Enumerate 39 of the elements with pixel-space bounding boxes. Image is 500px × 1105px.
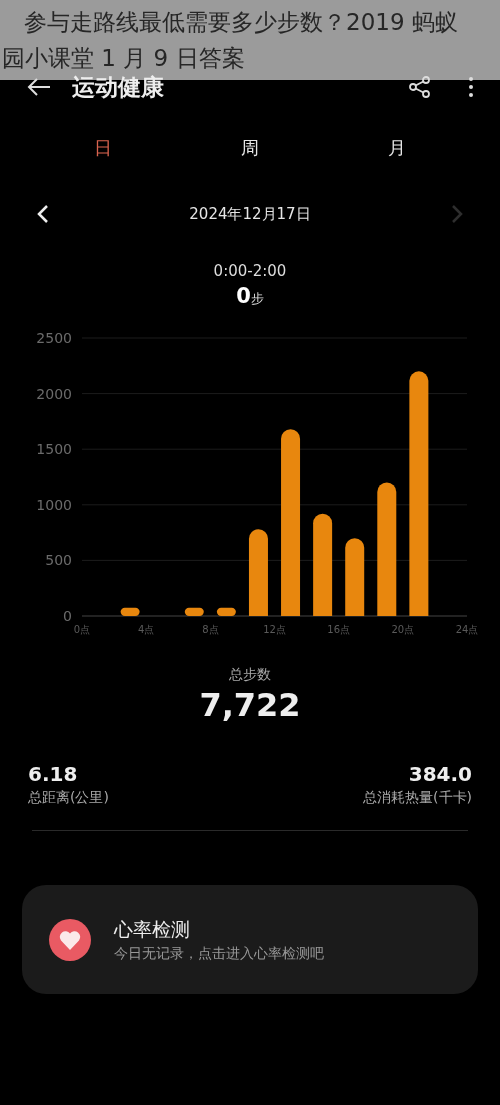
period-tab[interactable]: 日 (82, 134, 125, 161)
card-title: 心率检测 (114, 917, 191, 942)
share-icon[interactable] (408, 75, 432, 99)
bar (184, 607, 204, 616)
date-label: 2024年12月17日 (189, 204, 311, 225)
caption-text: 参与走路线最低需要多少步数？2019 蚂蚁 (23, 8, 459, 37)
stat-label: 总距离(公里) (28, 788, 109, 807)
x-axis-label: 20点 (391, 624, 415, 635)
caption-text: 园小课堂 1 月 9 日答案 (1, 44, 246, 73)
total-steps-value: 7,722 (199, 685, 301, 725)
period-tab[interactable]: 周 (229, 134, 271, 161)
period-tab[interactable]: 月 (375, 134, 418, 161)
selected-steps: 0 (236, 282, 251, 310)
x-axis-label: 16点 (327, 624, 351, 635)
stat-value: 6.18 (28, 761, 78, 787)
total-steps-label: 总步数 (229, 665, 271, 684)
x-axis-label: 24点 (455, 624, 479, 635)
y-axis-label: 1000 (36, 496, 72, 513)
y-axis-label: 2500 (36, 330, 72, 346)
y-axis-label: 500 (45, 552, 72, 569)
more-icon[interactable] (468, 76, 474, 98)
card-subtitle: 今日无记录，点击进入心率检测吧 (114, 944, 324, 963)
x-axis-label: 8点 (202, 624, 219, 635)
bar (120, 607, 140, 616)
back-arrow-icon[interactable] (26, 77, 52, 97)
steps-unit: 步 (250, 291, 264, 308)
heart-rate-card[interactable]: 心率检测 今日无记录，点击进入心率检测吧 (22, 885, 478, 994)
y-axis-label: 0 (63, 608, 72, 624)
stat-label: 总消耗热量(千卡) (363, 788, 472, 807)
page-title: 运动健康 (72, 72, 164, 102)
x-axis-label: 12点 (263, 624, 286, 635)
y-axis-label: 2000 (36, 385, 72, 402)
x-axis-label: 0点 (73, 624, 91, 635)
x-axis-label: 4点 (138, 624, 155, 635)
y-axis-label: 1500 (36, 441, 72, 458)
bar (216, 607, 236, 616)
stat-value: 384.0 (408, 761, 472, 787)
previous-chevron-icon[interactable] (36, 204, 50, 225)
time-range: 0:00-2:00 (213, 260, 287, 282)
